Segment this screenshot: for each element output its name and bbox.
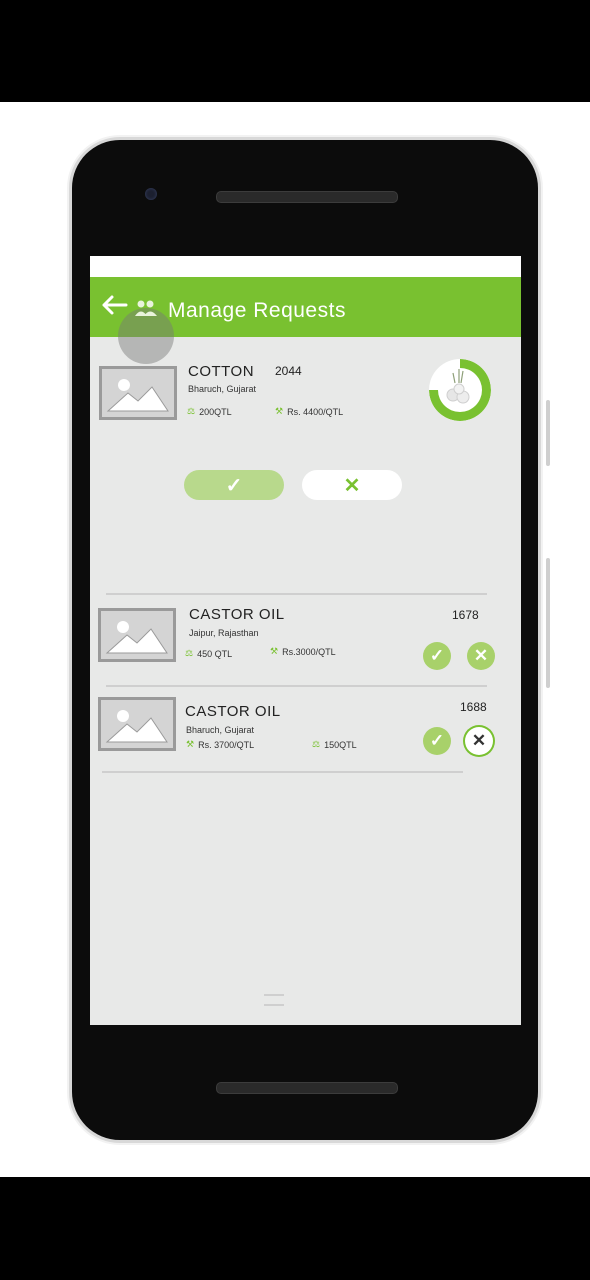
crop-image-placeholder xyxy=(99,366,177,420)
accept-button[interactable]: ✓ xyxy=(423,642,451,670)
price-meta: ⚒ Rs. 3700/QTL xyxy=(186,739,254,750)
reject-button[interactable]: ✕ xyxy=(302,470,402,500)
bottom-speaker xyxy=(216,1082,398,1094)
divider xyxy=(106,593,487,595)
crop-name: CASTOR OIL xyxy=(189,606,285,623)
request-id: 2044 xyxy=(275,364,302,378)
app-bar: Manage Requests xyxy=(90,277,521,364)
check-icon: ✓ xyxy=(225,474,243,497)
front-camera xyxy=(145,188,157,200)
arrow-left-icon[interactable] xyxy=(100,293,130,317)
crop-image-placeholder xyxy=(98,608,176,662)
close-icon: ✕ xyxy=(471,731,487,750)
page-title: Manage Requests xyxy=(168,299,346,322)
price-meta: ⚒ Rs. 4400/QTL xyxy=(275,406,343,417)
volume-button xyxy=(546,558,550,688)
scale-icon: ⚖ xyxy=(185,648,194,658)
gavel-icon: ⚒ xyxy=(186,739,195,749)
scale-icon: ⚖ xyxy=(312,739,321,749)
price-text: Rs. 4400/QTL xyxy=(287,406,344,417)
crop-image-placeholder xyxy=(98,697,176,751)
close-icon: ✕ xyxy=(473,646,489,665)
drag-handle[interactable] xyxy=(264,994,284,1006)
quantity-meta: ⚖ 200QTL xyxy=(187,406,232,417)
accept-button[interactable]: ✓ xyxy=(423,727,451,755)
quantity-text: 200QTL xyxy=(199,406,232,417)
check-icon: ✓ xyxy=(429,646,445,665)
gavel-icon: ⚒ xyxy=(270,646,279,656)
reject-button[interactable]: ✕ xyxy=(467,642,495,670)
price-text: Rs.3000/QTL xyxy=(282,646,336,657)
close-icon: ✕ xyxy=(343,474,361,497)
request-id: 1678 xyxy=(452,608,479,622)
divider xyxy=(102,771,463,773)
location-text: Bharuch, Gujarat xyxy=(188,384,257,394)
app-screen: Manage Requests COTTON 2044 Bharuch, Guj… xyxy=(90,256,521,1025)
check-icon: ✓ xyxy=(429,731,445,750)
accept-button[interactable]: ✓ xyxy=(184,470,284,500)
scale-icon: ⚖ xyxy=(187,406,196,416)
status-bar xyxy=(90,256,521,277)
quantity-meta: ⚖ 450 QTL xyxy=(185,648,232,659)
power-button xyxy=(546,400,550,466)
reject-button[interactable]: ✕ xyxy=(465,727,493,755)
quantity-meta: ⚖ 150QTL xyxy=(312,739,357,750)
group-icon xyxy=(134,299,158,317)
cotton-crop-badge xyxy=(429,359,491,421)
quantity-text: 450 QTL xyxy=(197,648,233,659)
request-id: 1688 xyxy=(460,700,487,714)
top-speaker xyxy=(216,191,398,203)
price-text: Rs. 3700/QTL xyxy=(198,739,255,750)
gavel-icon: ⚒ xyxy=(275,406,284,416)
location-text: Jaipur, Rajasthan xyxy=(189,628,259,638)
crop-name: COTTON xyxy=(188,363,255,380)
quantity-text: 150QTL xyxy=(324,739,357,750)
divider xyxy=(106,685,487,687)
crop-name: CASTOR OIL xyxy=(185,703,281,720)
location-text: Bharuch, Gujarat xyxy=(186,725,255,735)
price-meta: ⚒ Rs.3000/QTL xyxy=(270,646,336,657)
